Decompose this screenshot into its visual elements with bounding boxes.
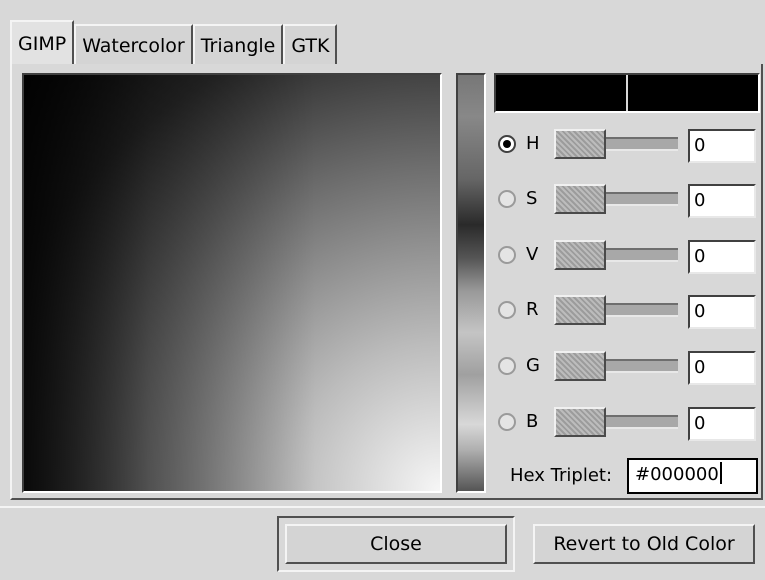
channel-row-h: H 0 xyxy=(498,125,760,165)
color-area-shade xyxy=(24,75,440,491)
channel-row-r: R 0 xyxy=(498,291,760,331)
channel-label-g: G xyxy=(526,355,540,376)
tab-triangle[interactable]: Triangle xyxy=(192,24,284,64)
spin-input-g[interactable]: 0 xyxy=(688,351,756,385)
spin-input-v[interactable]: 0 xyxy=(688,240,756,274)
tab-gtk[interactable]: GTK xyxy=(283,24,338,64)
radio-v[interactable] xyxy=(498,246,516,264)
radio-g[interactable] xyxy=(498,357,516,375)
tab-watercolor[interactable]: Watercolor xyxy=(74,24,193,64)
channel-row-s: S 0 xyxy=(498,180,760,220)
channel-label-r: R xyxy=(526,299,539,320)
new-color-swatch xyxy=(496,75,626,111)
channel-row-v: V 0 xyxy=(498,236,760,276)
channel-row-g: G 0 xyxy=(498,347,760,387)
slider-thumb-h[interactable] xyxy=(554,129,606,159)
channel-label-s: S xyxy=(526,188,538,209)
slider-thumb-b[interactable] xyxy=(554,407,606,437)
radio-h[interactable] xyxy=(498,135,516,153)
action-area-separator xyxy=(0,506,765,508)
color-area[interactable] xyxy=(22,73,442,493)
slider-thumb-v[interactable] xyxy=(554,240,606,270)
tab-gimp[interactable]: GIMP xyxy=(10,20,75,64)
value-strip[interactable] xyxy=(456,73,486,493)
slider-thumb-r[interactable] xyxy=(554,295,606,325)
color-selector-dialog: GIMP Watercolor Triangle GTK H 0 S 0 V 0… xyxy=(0,0,765,580)
spin-input-r[interactable]: 0 xyxy=(688,295,756,329)
radio-r[interactable] xyxy=(498,301,516,319)
hex-triplet-input[interactable]: #000000 xyxy=(627,458,758,494)
spin-input-h[interactable]: 0 xyxy=(688,129,756,163)
spin-input-b[interactable]: 0 xyxy=(688,407,756,441)
channel-label-v: V xyxy=(526,244,539,265)
notebook-tabs: GIMP Watercolor Triangle GTK xyxy=(10,20,338,64)
close-button[interactable]: Close xyxy=(285,524,507,564)
spin-input-s[interactable]: 0 xyxy=(688,184,756,218)
hex-triplet-value: #000000 xyxy=(635,464,719,485)
hex-triplet-label: Hex Triplet: xyxy=(510,465,613,486)
channel-label-h: H xyxy=(526,133,540,154)
channel-label-b: B xyxy=(526,411,539,432)
revert-button[interactable]: Revert to Old Color xyxy=(533,524,755,564)
old-color-swatch xyxy=(628,75,758,111)
channel-row-b: B 0 xyxy=(498,403,760,443)
text-caret xyxy=(719,462,722,484)
slider-thumb-s[interactable] xyxy=(554,184,606,214)
radio-b[interactable] xyxy=(498,413,516,431)
slider-thumb-g[interactable] xyxy=(554,351,606,381)
color-swatch xyxy=(494,73,760,113)
radio-s[interactable] xyxy=(498,190,516,208)
